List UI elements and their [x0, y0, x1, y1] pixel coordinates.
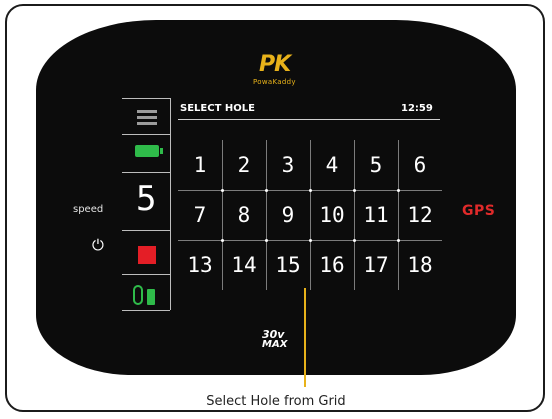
powakaddy-logo: PK PowaKaddy — [243, 52, 313, 92]
model-logo-line2: MAX — [262, 339, 288, 350]
hamburger-icon[interactable] — [137, 110, 157, 125]
callout-line — [304, 288, 306, 387]
sidebar-divider — [122, 172, 170, 173]
hole-button-11[interactable]: 11 — [354, 190, 398, 240]
figure-caption: Select Hole from Grid — [206, 394, 346, 409]
hole-button-18[interactable]: 18 — [398, 240, 442, 290]
hole-button-10[interactable]: 10 — [310, 190, 354, 240]
hole-button-8[interactable]: 8 — [222, 190, 266, 240]
gps-label: GPS — [462, 203, 496, 219]
hole-button-6[interactable]: 6 — [398, 140, 442, 190]
hole-button-2[interactable]: 2 — [222, 140, 266, 190]
sidebar-divider — [122, 310, 170, 311]
model-logo: 30v MAX — [262, 329, 288, 350]
hole-button-9[interactable]: 9 — [266, 190, 310, 240]
battery-full-icon — [135, 145, 163, 157]
logo-mark: PK — [259, 52, 291, 77]
speed-label: speed — [73, 204, 104, 215]
clock-time: 12:59 — [401, 103, 433, 114]
hole-button-1[interactable]: 1 — [178, 140, 222, 190]
power-icon[interactable]: ⏻ — [92, 238, 104, 253]
hole-grid: 1 2 3 4 5 6 7 8 9 10 11 12 13 14 15 16 1… — [178, 140, 442, 290]
sidebar-divider — [122, 274, 170, 275]
header-divider — [178, 119, 440, 120]
sidebar-divider — [122, 98, 170, 99]
sidebar-divider — [122, 230, 170, 231]
sidebar-divider — [122, 134, 170, 135]
sidebar-border — [170, 98, 171, 310]
hole-button-13[interactable]: 13 — [178, 240, 222, 290]
speed-value: 5 — [136, 179, 157, 219]
hole-button-4[interactable]: 4 — [310, 140, 354, 190]
hole-button-15[interactable]: 15 — [266, 240, 310, 290]
hole-button-17[interactable]: 17 — [354, 240, 398, 290]
remote-battery-icon — [133, 285, 163, 307]
stop-icon[interactable] — [138, 246, 156, 264]
logo-subtext: PowaKaddy — [253, 78, 296, 86]
hole-button-14[interactable]: 14 — [222, 240, 266, 290]
hole-button-7[interactable]: 7 — [178, 190, 222, 240]
hole-button-16[interactable]: 16 — [310, 240, 354, 290]
hole-button-5[interactable]: 5 — [354, 140, 398, 190]
screen-title: SELECT HOLE — [180, 103, 255, 114]
hole-button-3[interactable]: 3 — [266, 140, 310, 190]
hole-button-12[interactable]: 12 — [398, 190, 442, 240]
